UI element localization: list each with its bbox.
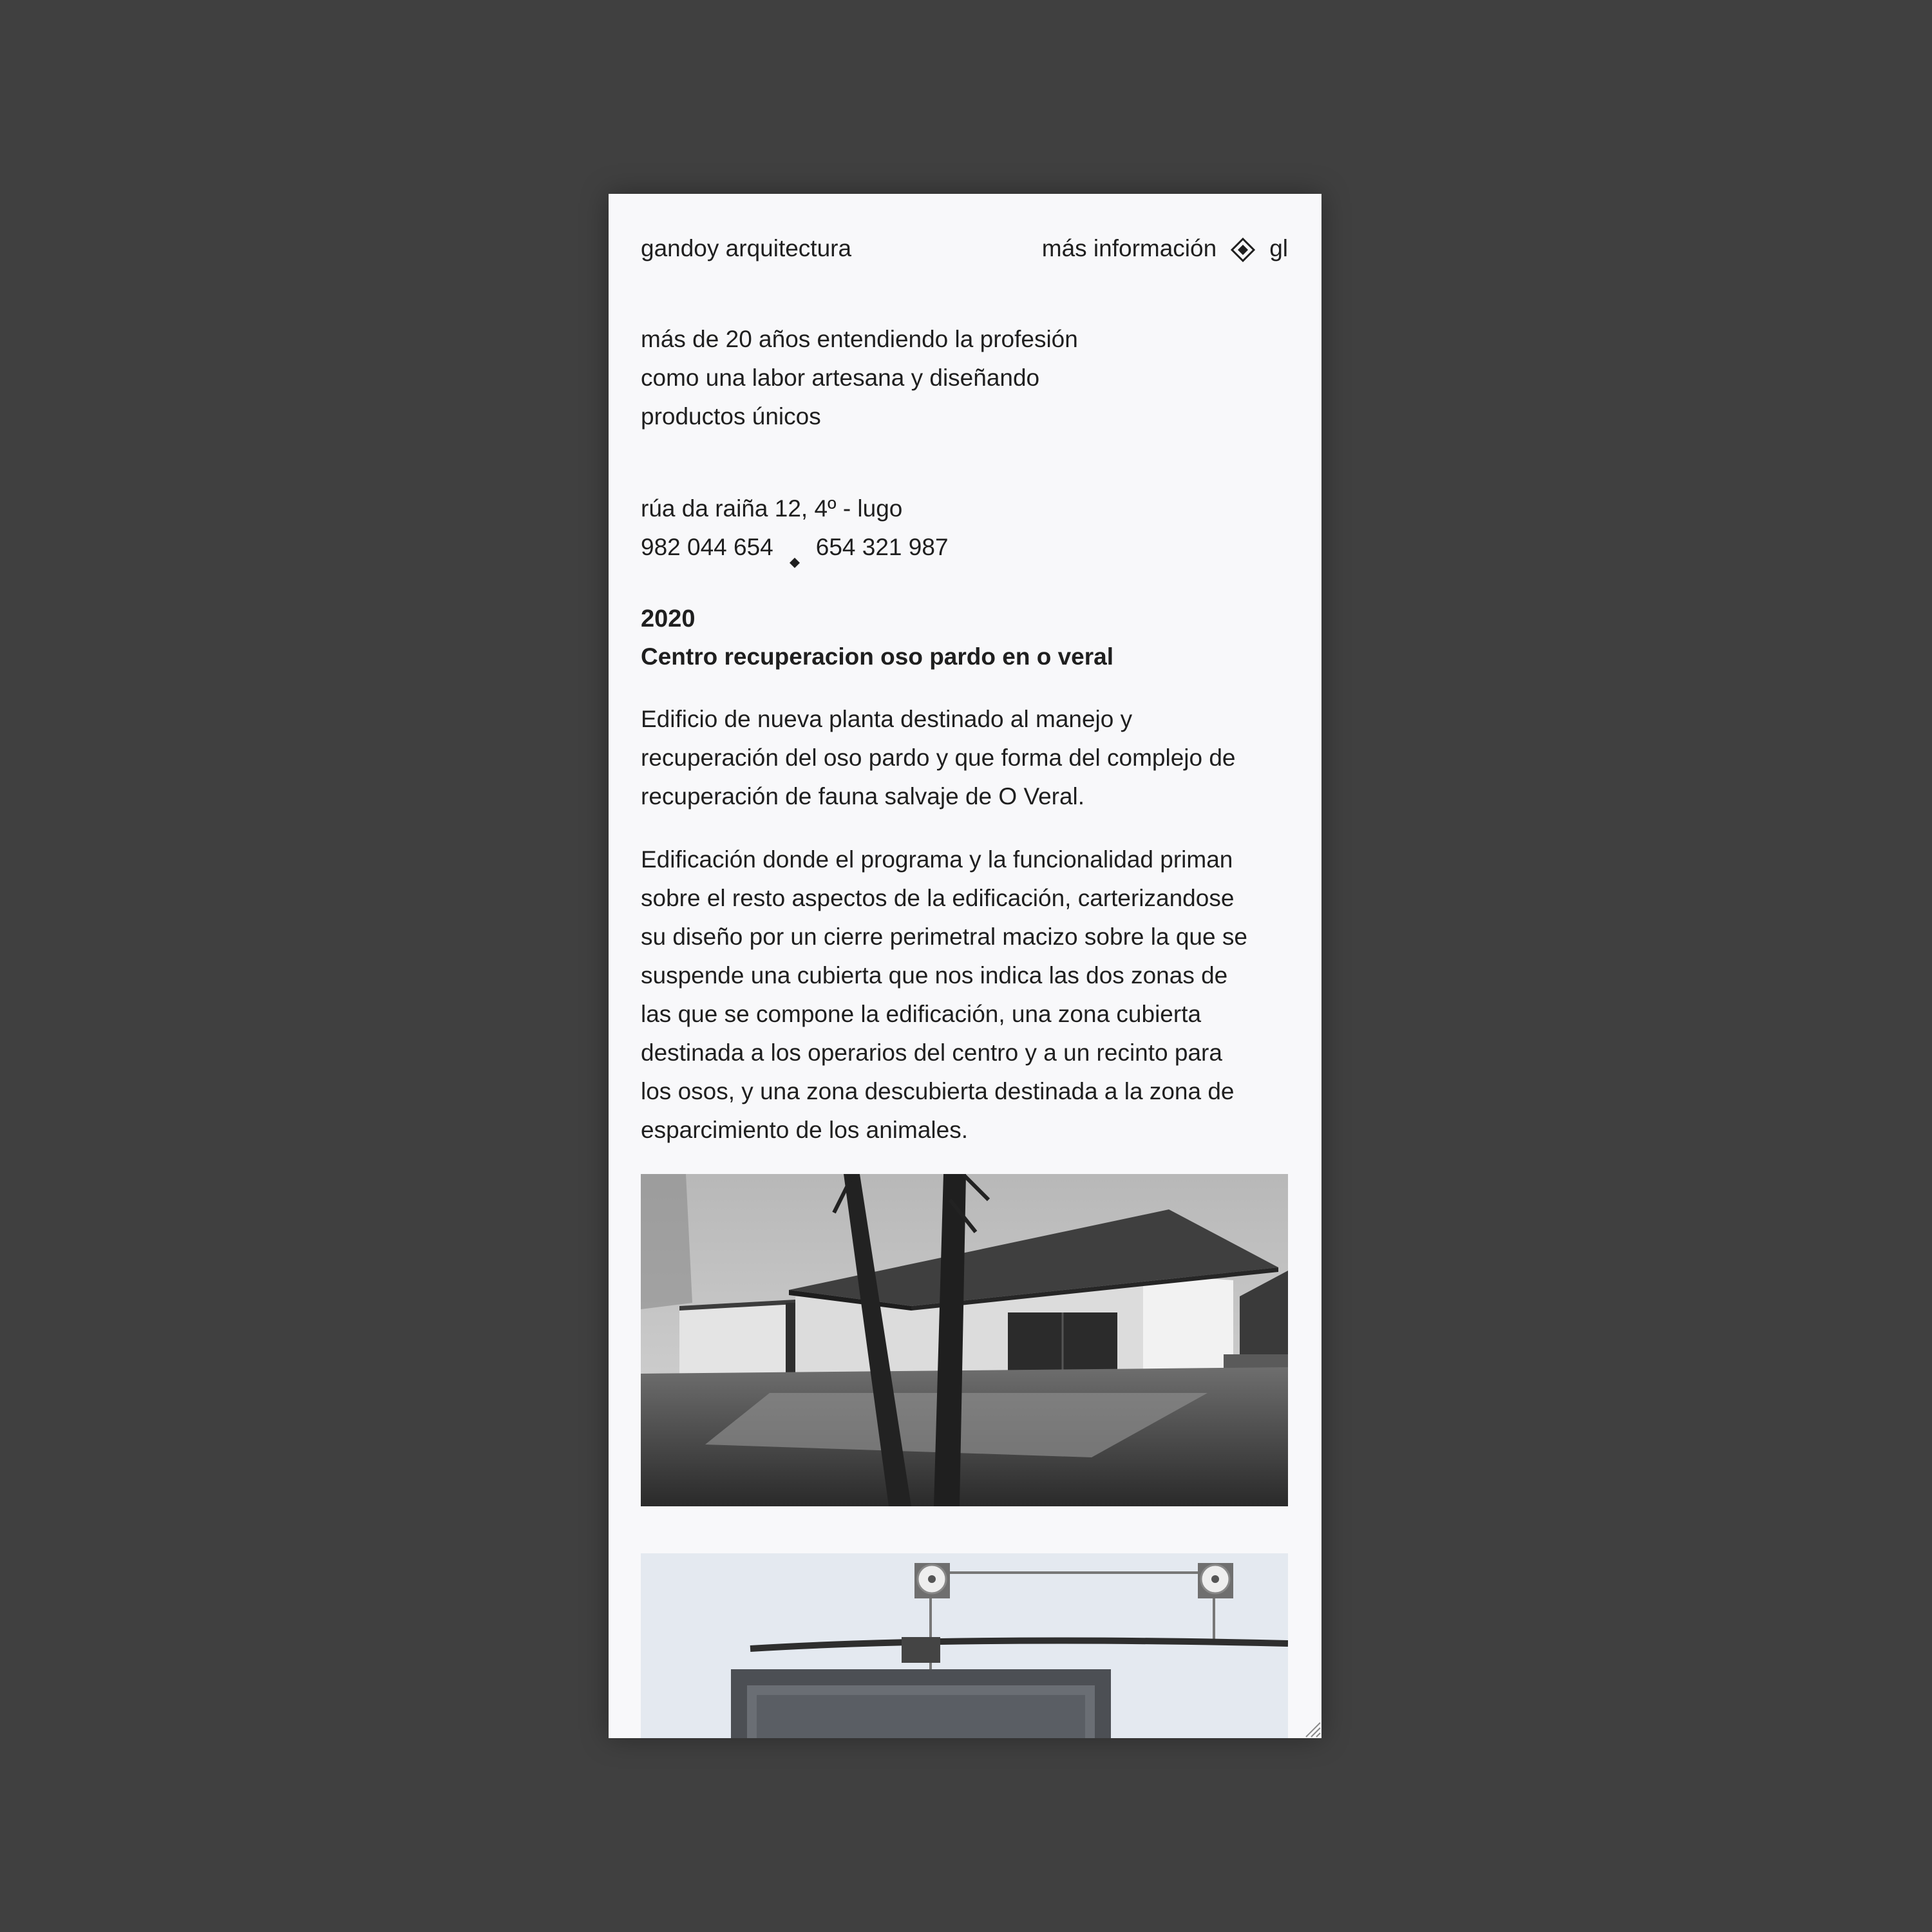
intro-text: más de 20 años entendiendo la profesión … — [641, 320, 1220, 436]
project-year: 2020 — [641, 605, 696, 632]
diamond-icon — [789, 542, 800, 568]
site-header: gandoy arquitectura más información gl — [641, 231, 1288, 267]
paragraph-line: esparcimiento de los animales. — [641, 1117, 968, 1143]
project-paragraph-2: Edificación donde el programa y la funci… — [641, 840, 1288, 1150]
phone-link-2[interactable]: 654 321 987 — [816, 528, 949, 567]
project-photo-detail — [641, 1553, 1288, 1738]
paragraph-line: las que se compone la edificación, una z… — [641, 1001, 1202, 1027]
project-paragraph-1: Edificio de nueva planta destinado al ma… — [641, 700, 1288, 816]
brand-link[interactable]: gandoy arquitectura — [641, 231, 851, 267]
paragraph-line: recuperación de fauna salvaje de O Veral… — [641, 783, 1085, 810]
paragraph-line: los osos, y una zona descubierta destina… — [641, 1078, 1235, 1104]
mobile-viewport: gandoy arquitectura más información gl m… — [609, 194, 1321, 1738]
project-title: Centro recuperacion oso pardo en o veral — [641, 643, 1114, 670]
project-photo-building — [641, 1174, 1288, 1506]
header-nav: más información gl — [1042, 231, 1288, 267]
phone-row: 982 044 654 654 321 987 — [641, 528, 949, 568]
paragraph-line: Edificio de nueva planta destinado al ma… — [641, 706, 1133, 732]
paragraph-line: su diseño por un cierre perimetral maciz… — [641, 923, 1247, 950]
address-text: rúa da raiña 12, 4º - lugo — [641, 495, 903, 522]
more-info-link[interactable]: más información — [1042, 231, 1217, 267]
resize-grip-icon[interactable] — [1302, 1719, 1321, 1738]
paragraph-line: sobre el resto aspectos de la edificació… — [641, 885, 1235, 911]
contact-block: rúa da raiña 12, 4º - lugo 982 044 654 6… — [641, 489, 949, 568]
paragraph-line: suspende una cubierta que nos indica las… — [641, 962, 1228, 989]
intro-line: como una labor artesana y diseñando — [641, 365, 1040, 391]
paragraph-line: destinada a los operarios del centro y a… — [641, 1039, 1222, 1066]
paragraph-line: Edificación donde el programa y la funci… — [641, 846, 1233, 873]
paragraph-line: recuperación del oso pardo y que forma d… — [641, 744, 1236, 771]
phone-link-1[interactable]: 982 044 654 — [641, 528, 773, 567]
language-link[interactable]: gl — [1269, 231, 1288, 267]
intro-line: productos únicos — [641, 403, 821, 430]
diamond-outline-icon — [1231, 236, 1256, 263]
intro-line: más de 20 años entendiendo la profesión — [641, 326, 1078, 352]
